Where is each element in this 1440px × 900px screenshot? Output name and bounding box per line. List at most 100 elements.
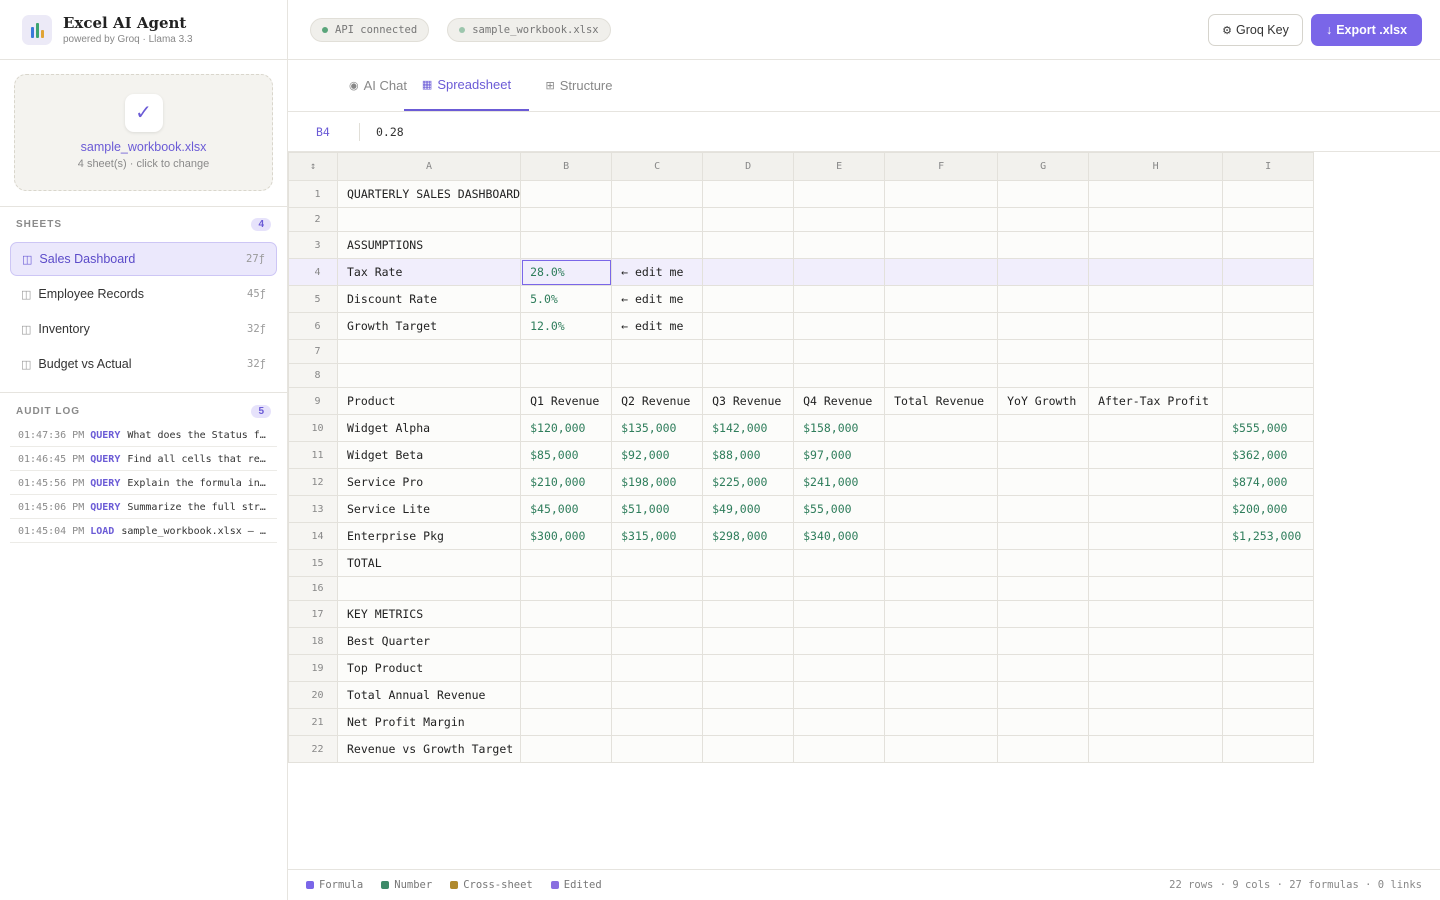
grid-cell-b20[interactable]: [520, 681, 613, 709]
grid-cell-e17[interactable]: [793, 600, 886, 628]
grid-cell-d22[interactable]: [702, 735, 795, 763]
row-header[interactable]: 4: [288, 258, 338, 286]
grid-cell-i12[interactable]: $874,000: [1222, 468, 1315, 496]
column-header-c[interactable]: C: [611, 152, 704, 181]
row-header[interactable]: 20: [288, 681, 338, 709]
row-header[interactable]: 18: [288, 627, 338, 655]
grid-cell-a8[interactable]: [336, 363, 522, 388]
grid-cell-i1[interactable]: [1222, 180, 1315, 208]
grid-cell-i15[interactable]: [1222, 549, 1315, 577]
grid-cell-d16[interactable]: [702, 576, 795, 601]
grid-cell-b4[interactable]: 28.0%: [520, 258, 613, 286]
grid-cell-e4[interactable]: [793, 258, 886, 286]
row-header[interactable]: 16: [288, 576, 338, 601]
grid-cell-c1[interactable]: [611, 180, 704, 208]
grid-cell-i2[interactable]: [1222, 207, 1315, 232]
grid-cell-a16[interactable]: [336, 576, 522, 601]
audit-log-entry[interactable]: 01:45:06 PM QUERY Summarize the full struc…: [10, 497, 277, 519]
grid-cell-g3[interactable]: [997, 231, 1090, 259]
grid-cell-g17[interactable]: [997, 600, 1090, 628]
grid-cell-c21[interactable]: [611, 708, 704, 736]
grid-cell-a22[interactable]: Revenue vs Growth Target: [336, 735, 522, 763]
grid-cell-g20[interactable]: [997, 681, 1090, 709]
audit-log-entry[interactable]: 01:45:04 PM LOAD sample_workbook.xlsx — 4 …: [10, 521, 277, 543]
grid-cell-d17[interactable]: [702, 600, 795, 628]
grid-cell-d8[interactable]: [702, 363, 795, 388]
grid-cell-e6[interactable]: [793, 312, 886, 340]
grid-cell-b8[interactable]: [520, 363, 613, 388]
grid-cell-h18[interactable]: [1088, 627, 1224, 655]
grid-cell-d11[interactable]: $88,000: [702, 441, 795, 469]
grid-cell-b15[interactable]: [520, 549, 613, 577]
grid-cell-f7[interactable]: [884, 339, 999, 364]
grid-cell-d13[interactable]: $49,000: [702, 495, 795, 523]
grid-cell-d5[interactable]: [702, 285, 795, 313]
grid-cell-e18[interactable]: [793, 627, 886, 655]
row-header[interactable]: 11: [288, 441, 338, 469]
grid-cell-a13[interactable]: Service Lite: [336, 495, 522, 523]
row-header[interactable]: 5: [288, 285, 338, 313]
row-header[interactable]: 21: [288, 708, 338, 736]
grid-cell-h2[interactable]: [1088, 207, 1224, 232]
grid-cell-e14[interactable]: $340,000: [793, 522, 886, 550]
row-header[interactable]: 1: [288, 180, 338, 208]
grid-cell-g1[interactable]: [997, 180, 1090, 208]
grid-cell-i11[interactable]: $362,000: [1222, 441, 1315, 469]
grid-cell-b14[interactable]: $300,000: [520, 522, 613, 550]
grid-cell-i4[interactable]: [1222, 258, 1315, 286]
row-header[interactable]: 6: [288, 312, 338, 340]
grid-cell-e12[interactable]: $241,000: [793, 468, 886, 496]
grid-cell-g9[interactable]: YoY Growth: [997, 387, 1090, 415]
row-header[interactable]: 9: [288, 387, 338, 415]
grid-cell-c5[interactable]: ← edit me: [611, 285, 704, 313]
audit-log-entry[interactable]: 01:45:56 PM QUERY Explain the formula in I…: [10, 473, 277, 495]
grid-cell-a6[interactable]: Growth Target: [336, 312, 522, 340]
grid-cell-b10[interactable]: $120,000: [520, 414, 613, 442]
grid-cell-i3[interactable]: [1222, 231, 1315, 259]
sheet-item[interactable]: ◫ Inventory 32ƒ: [10, 312, 277, 346]
row-header[interactable]: 10: [288, 414, 338, 442]
grid-cell-b21[interactable]: [520, 708, 613, 736]
grid-cell-d14[interactable]: $298,000: [702, 522, 795, 550]
grid-cell-e1[interactable]: [793, 180, 886, 208]
grid-cell-g10[interactable]: [997, 414, 1090, 442]
grid-cell-b16[interactable]: [520, 576, 613, 601]
grid-cell-a7[interactable]: [336, 339, 522, 364]
grid-cell-i9[interactable]: [1222, 387, 1315, 415]
column-header-h[interactable]: H: [1088, 152, 1224, 181]
export-xlsx-button[interactable]: ↓ Export .xlsx: [1311, 14, 1422, 46]
grid-cell-f18[interactable]: [884, 627, 999, 655]
grid-cell-a5[interactable]: Discount Rate: [336, 285, 522, 313]
row-header[interactable]: 19: [288, 654, 338, 682]
grid-cell-c7[interactable]: [611, 339, 704, 364]
grid-cell-e13[interactable]: $55,000: [793, 495, 886, 523]
grid-cell-h22[interactable]: [1088, 735, 1224, 763]
grid-cell-a2[interactable]: [336, 207, 522, 232]
grid-cell-c13[interactable]: $51,000: [611, 495, 704, 523]
grid-cell-b12[interactable]: $210,000: [520, 468, 613, 496]
row-header[interactable]: 15: [288, 549, 338, 577]
grid-cell-c22[interactable]: [611, 735, 704, 763]
grid-cell-c19[interactable]: [611, 654, 704, 682]
grid-cell-e15[interactable]: [793, 549, 886, 577]
grid-cell-b6[interactable]: 12.0%: [520, 312, 613, 340]
grid-cell-f5[interactable]: [884, 285, 999, 313]
row-header[interactable]: 14: [288, 522, 338, 550]
grid-cell-h6[interactable]: [1088, 312, 1224, 340]
row-header[interactable]: 2: [288, 207, 338, 232]
column-header-a[interactable]: A: [336, 152, 522, 181]
grid-cell-e3[interactable]: [793, 231, 886, 259]
grid-cell-b17[interactable]: [520, 600, 613, 628]
grid-cell-c2[interactable]: [611, 207, 704, 232]
grid-cell-b13[interactable]: $45,000: [520, 495, 613, 523]
grid-cell-f15[interactable]: [884, 549, 999, 577]
grid-cell-b11[interactable]: $85,000: [520, 441, 613, 469]
grid-cell-b2[interactable]: [520, 207, 613, 232]
sheet-item[interactable]: ◫ Sales Dashboard 27ƒ: [10, 242, 277, 276]
grid-cell-a18[interactable]: Best Quarter: [336, 627, 522, 655]
grid-cell-h20[interactable]: [1088, 681, 1224, 709]
grid-cell-f11[interactable]: [884, 441, 999, 469]
tab-structure[interactable]: ⊞ Structure: [529, 60, 629, 111]
grid-cell-c20[interactable]: [611, 681, 704, 709]
grid-cell-g16[interactable]: [997, 576, 1090, 601]
